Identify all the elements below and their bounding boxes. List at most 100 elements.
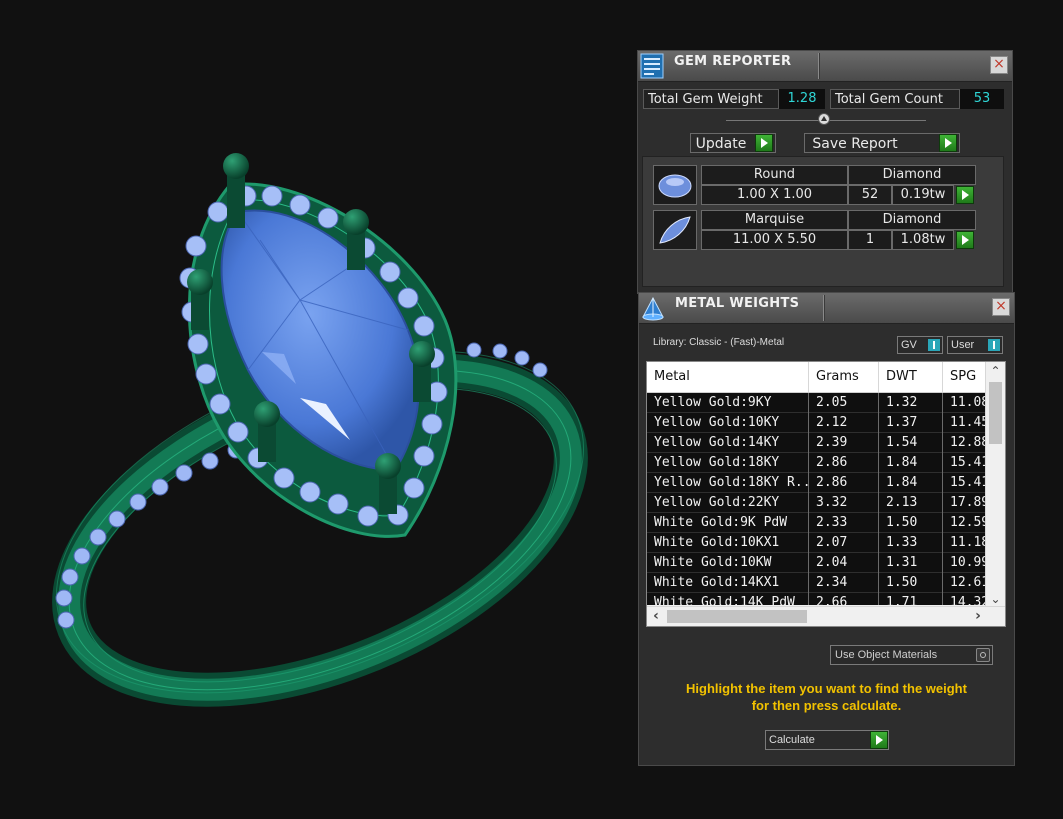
table-row[interactable]: Yellow Gold:14KY 2.39 1.54 12.88 <box>647 433 987 453</box>
table-row[interactable]: White Gold:14KX1 2.34 1.50 12.61 <box>647 573 987 593</box>
table-row[interactable]: White Gold:14K PdW 2.66 1.71 14.32 <box>647 593 987 605</box>
scroll-right-icon[interactable]: › <box>969 607 987 626</box>
grams-cell: 2.05 <box>809 393 879 413</box>
metal-weights-close-button[interactable]: × <box>992 298 1010 316</box>
total-gem-weight-value: 1.28 <box>779 89 825 109</box>
table-row[interactable]: White Gold:10KX1 2.07 1.33 11.18 <box>647 533 987 553</box>
metal-weights-panel: METAL WEIGHTS × Library: Classic - (Fast… <box>638 292 1015 766</box>
gem-reporter-icon <box>640 53 664 79</box>
gem-weight: 0.19tw <box>892 185 954 205</box>
dwt-cell: 1.54 <box>879 433 943 453</box>
use-object-materials-label: Use Object Materials <box>835 649 938 661</box>
spg-cell: 11.45 <box>943 413 987 433</box>
metal-weights-table[interactable]: Metal Grams DWT SPG Yellow Gold:9KY 2.05 1… <box>646 361 1006 627</box>
gem-material: Diamond <box>848 210 976 230</box>
scroll-up-icon[interactable]: ⌃ <box>986 362 1005 380</box>
vertical-scrollbar[interactable]: ⌃ ⌄ <box>985 362 1005 608</box>
grams-cell: 2.34 <box>809 573 879 593</box>
gem-size: 1.00 X 1.00 <box>701 185 848 205</box>
metal-cell: White Gold:14K PdW <box>647 593 809 605</box>
vertical-scroll-thumb[interactable] <box>989 382 1002 444</box>
spg-cell: 14.32 <box>943 593 987 605</box>
dwt-cell: 1.84 <box>879 453 943 473</box>
spg-cell: 12.88 <box>943 433 987 453</box>
grams-cell: 2.86 <box>809 453 879 473</box>
grams-cell: 2.12 <box>809 413 879 433</box>
use-object-materials-toggle[interactable]: Use Object Materials <box>830 645 993 665</box>
gem-reporter-panel: GEM REPORTER × Total Gem Weight 1.28 Tot… <box>637 50 1013 294</box>
spg-cell: 10.99 <box>943 553 987 573</box>
metal-weights-title: METAL WEIGHTS <box>675 296 800 311</box>
table-header: Metal Grams DWT SPG <box>647 362 1003 393</box>
spg-cell: 12.59 <box>943 513 987 533</box>
gem-select-play-icon[interactable] <box>956 186 974 204</box>
user-toggle-icon <box>988 339 1000 351</box>
dwt-cell: 2.13 <box>879 493 943 513</box>
hint-line-2: for then press calculate. <box>751 698 902 713</box>
grams-cell: 2.04 <box>809 553 879 573</box>
update-button[interactable]: Update <box>690 133 776 153</box>
gem-reporter-close-button[interactable]: × <box>990 56 1008 74</box>
grams-cell: 2.66 <box>809 593 879 605</box>
gv-toggle[interactable]: GV <box>897 336 943 354</box>
save-report-play-icon <box>939 134 957 152</box>
user-toggle[interactable]: User <box>947 336 1003 354</box>
spg-cell: 11.08 <box>943 393 987 413</box>
grams-cell: 2.39 <box>809 433 879 453</box>
dwt-cell: 1.50 <box>879 573 943 593</box>
table-row[interactable]: Yellow Gold:18KY R... 2.86 1.84 15.41 <box>647 473 987 493</box>
dwt-cell: 1.50 <box>879 513 943 533</box>
marquise-gem-thumbnail <box>653 210 697 250</box>
calculate-button[interactable]: Calculate <box>765 730 889 750</box>
gem-weight: 1.08tw <box>892 230 954 250</box>
table-body: Yellow Gold:9KY 2.05 1.32 11.08 Yellow Gold… <box>647 393 987 605</box>
horizontal-scroll-thumb[interactable] <box>667 610 807 623</box>
metal-cell: White Gold:10KX1 <box>647 533 809 553</box>
metal-cell: Yellow Gold:14KY <box>647 433 809 453</box>
table-row[interactable]: Yellow Gold:18KY 2.86 1.84 15.41 <box>647 453 987 473</box>
grams-cell: 2.07 <box>809 533 879 553</box>
gem-row[interactable]: Round Diamond 1.00 X 1.00 52 0.19tw <box>653 165 977 207</box>
table-row[interactable]: Yellow Gold:10KY 2.12 1.37 11.45 <box>647 413 987 433</box>
collapse-handle-icon[interactable] <box>818 113 830 125</box>
dwt-cell: 1.32 <box>879 393 943 413</box>
gem-count: 52 <box>848 185 892 205</box>
calculate-play-icon <box>870 731 888 749</box>
table-row[interactable]: Yellow Gold:22KY 3.32 2.13 17.89 <box>647 493 987 513</box>
grams-cell: 2.86 <box>809 473 879 493</box>
gem-select-play-icon[interactable] <box>956 231 974 249</box>
save-report-button[interactable]: Save Report <box>804 133 960 153</box>
user-label: User <box>951 339 975 351</box>
update-label: Update <box>695 136 747 152</box>
total-gem-count-value: 53 <box>960 89 1004 109</box>
column-header-dwt[interactable]: DWT <box>879 362 943 392</box>
metal-cell: Yellow Gold:22KY <box>647 493 809 513</box>
table-row[interactable]: White Gold:9K PdW 2.33 1.50 12.59 <box>647 513 987 533</box>
metal-weights-titlebar[interactable]: METAL WEIGHTS × <box>639 293 1014 324</box>
dwt-cell: 1.37 <box>879 413 943 433</box>
metal-cell: Yellow Gold:18KY <box>647 453 809 473</box>
metal-cell: Yellow Gold:18KY R... <box>647 473 809 493</box>
radio-icon <box>976 648 990 662</box>
3d-viewport[interactable] <box>0 0 640 819</box>
ring-model <box>52 153 588 707</box>
titlebar-divider <box>818 53 819 79</box>
spg-cell: 15.41 <box>943 473 987 493</box>
total-gem-count-label: Total Gem Count <box>830 89 960 109</box>
spg-cell: 11.18 <box>943 533 987 553</box>
metal-cell: Yellow Gold:10KY <box>647 413 809 433</box>
gv-toggle-icon <box>928 339 940 351</box>
table-row[interactable]: White Gold:10KW 2.04 1.31 10.99 <box>647 553 987 573</box>
spg-cell: 17.89 <box>943 493 987 513</box>
gem-row[interactable]: Marquise Diamond 11.00 X 5.50 1 1.08tw <box>653 210 977 252</box>
gem-list: Round Diamond 1.00 X 1.00 52 0.19tw Marq… <box>642 156 1004 287</box>
table-row[interactable]: Yellow Gold:9KY 2.05 1.32 11.08 <box>647 393 987 413</box>
column-header-metal[interactable]: Metal <box>647 362 809 392</box>
gem-reporter-title: GEM REPORTER <box>674 54 792 69</box>
spg-cell: 12.61 <box>943 573 987 593</box>
horizontal-scrollbar[interactable]: ‹ › <box>647 606 1005 626</box>
column-header-grams[interactable]: Grams <box>809 362 879 392</box>
scroll-left-icon[interactable]: ‹ <box>647 607 665 626</box>
gem-reporter-titlebar[interactable]: GEM REPORTER × <box>638 51 1012 82</box>
gem-count: 1 <box>848 230 892 250</box>
